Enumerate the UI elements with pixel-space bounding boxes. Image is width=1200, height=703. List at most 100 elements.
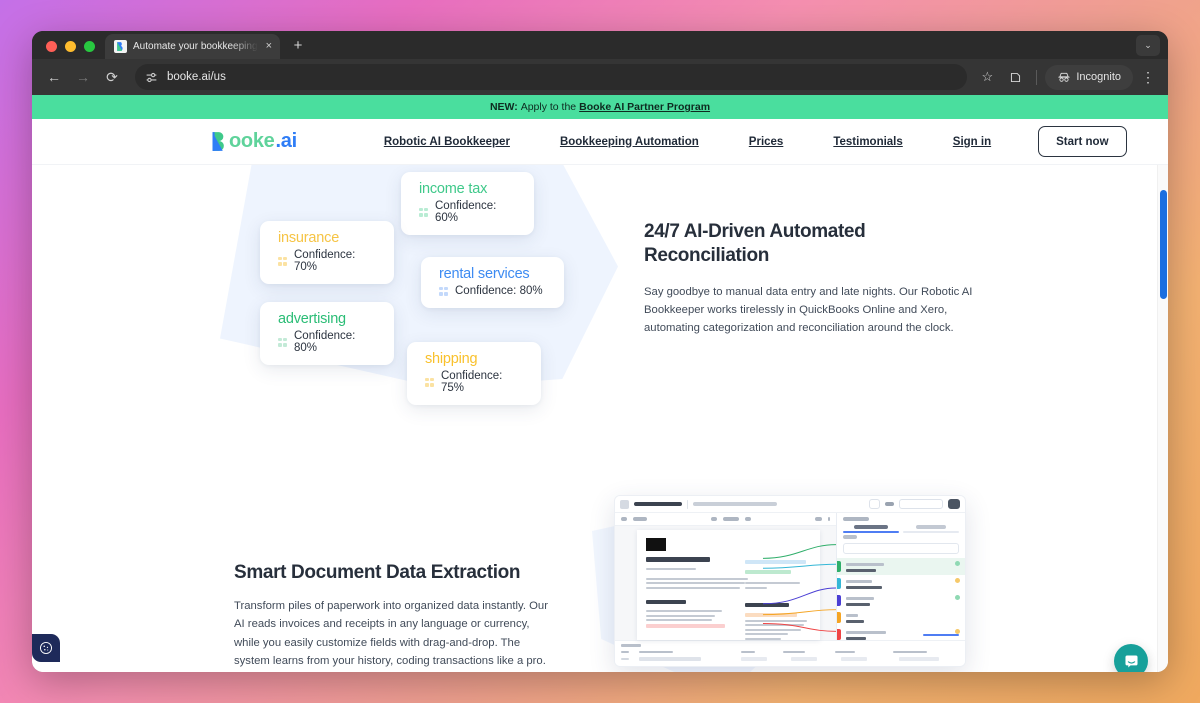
field-due-date[interactable]	[837, 575, 965, 592]
category-card-income-tax: income tax Confidence: 60%	[401, 172, 534, 235]
column-description	[639, 651, 673, 654]
bookmark-star-icon[interactable]: ☆	[974, 64, 1000, 90]
mockup-document-preview	[615, 513, 837, 640]
mockup-filename	[634, 502, 682, 506]
mockup-file-icon	[620, 500, 629, 509]
site-settings-icon[interactable]	[144, 70, 159, 85]
page-viewport: NEW: Apply to the Booke AI Partner Progr…	[32, 95, 1168, 672]
category-card-advertising: advertising Confidence: 80%	[260, 302, 394, 365]
maximize-window-button[interactable]	[84, 41, 95, 52]
chat-launcher-button[interactable]	[1114, 644, 1148, 672]
bank-logo-icon	[646, 538, 666, 551]
category-name: income tax	[419, 181, 516, 197]
feature-heading: 24/7 AI-Driven Automated Reconciliation	[644, 220, 974, 269]
partner-program-link[interactable]: Booke AI Partner Program	[579, 101, 710, 113]
confidence-dots-icon	[439, 287, 448, 296]
more-icon[interactable]	[828, 517, 830, 521]
extracted-fields-list	[837, 558, 965, 643]
mockup-header	[615, 496, 965, 513]
column-qty	[741, 651, 755, 654]
nav-item-robotic-ai-bookkeeper[interactable]: Robotic AI Bookkeeper	[359, 136, 535, 148]
page-scrollbar[interactable]	[1157, 165, 1168, 672]
site-navigation: ooke .ai Robotic AI Bookkeeper Bookkeepi…	[32, 119, 1168, 165]
fullscreen-icon[interactable]	[815, 517, 822, 521]
announcement-prefix: NEW:	[490, 101, 518, 113]
booke-logo-icon	[210, 131, 227, 152]
category-card-rental-services: rental services Confidence: 80%	[421, 257, 564, 308]
mockup-fields-panel	[837, 513, 965, 640]
tab-activities[interactable]	[903, 524, 959, 531]
confidence-dots-icon	[419, 208, 428, 217]
field-document-number[interactable]	[837, 558, 965, 575]
confidence-value: Confidence: 70%	[294, 249, 376, 273]
minimize-window-button[interactable]	[65, 41, 76, 52]
mockup-pager	[885, 502, 894, 506]
field-tax[interactable]	[837, 609, 965, 626]
cookie-icon	[39, 641, 53, 655]
browser-tab[interactable]: Automate your bookkeeping w ×	[105, 34, 280, 59]
mockup-body	[615, 513, 965, 640]
mockup-next-document-button[interactable]	[899, 499, 943, 509]
document-extraction-mockup	[614, 495, 966, 667]
add-line-item-link[interactable]	[923, 634, 959, 637]
browser-window: Automate your bookkeeping w × + ⌄ ← → ⟳ …	[32, 31, 1168, 672]
category-card-shipping: shipping Confidence: 75%	[407, 342, 541, 405]
incognito-indicator[interactable]: Incognito	[1045, 65, 1133, 90]
zoom-out-icon[interactable]	[711, 517, 717, 521]
scrollbar-thumb[interactable]	[1160, 190, 1167, 299]
extensions-icon[interactable]	[1002, 64, 1028, 90]
back-button[interactable]: ←	[41, 64, 67, 90]
site-logo[interactable]: ooke .ai	[210, 130, 297, 153]
items-count-label	[621, 644, 641, 647]
confidence-dots-icon	[425, 378, 434, 387]
nav-item-bookkeeping-automation[interactable]: Bookkeeping Automation	[535, 136, 724, 148]
logo-text-ai: .ai	[275, 130, 296, 153]
mockup-divider	[687, 500, 688, 509]
tab-document[interactable]	[843, 524, 899, 531]
window-controls	[40, 41, 105, 59]
chat-bubble-icon	[1123, 653, 1140, 670]
column-tax-rate	[835, 651, 855, 654]
type-select[interactable]	[843, 543, 959, 554]
address-bar[interactable]: booke.ai/us	[135, 64, 967, 90]
toolbar-divider	[1036, 70, 1037, 85]
close-tab-icon[interactable]: ×	[264, 41, 274, 52]
reload-button[interactable]: ⟳	[99, 64, 125, 90]
mockup-close-button[interactable]	[948, 499, 960, 509]
browser-tab-strip: Automate your bookkeeping w × + ⌄	[32, 31, 1168, 59]
confidence-value: Confidence: 80%	[294, 330, 376, 354]
column-category-item	[893, 651, 927, 654]
mockup-panel-tabs	[843, 524, 959, 531]
confidence-dots-icon	[278, 257, 287, 266]
close-window-button[interactable]	[46, 41, 57, 52]
nav-item-sign-in[interactable]: Sign in	[928, 136, 1016, 148]
tab-title: Automate your bookkeeping w	[133, 41, 258, 52]
cookie-settings-button[interactable]	[32, 634, 60, 662]
mockup-prev-button[interactable]	[869, 499, 880, 509]
category-name: rental services	[439, 266, 546, 282]
nav-item-prices[interactable]: Prices	[724, 136, 809, 148]
mockup-preview-toolbar	[615, 513, 836, 526]
browser-menu-icon[interactable]: ⋮	[1137, 70, 1159, 84]
page-content: income tax Confidence: 60% insurance Con…	[32, 165, 1168, 672]
tab-favicon-icon	[114, 40, 127, 53]
field-subtotal[interactable]	[837, 592, 965, 609]
forward-button[interactable]: →	[70, 64, 96, 90]
start-now-button[interactable]: Start now	[1038, 126, 1126, 157]
confidence-dots-icon	[278, 338, 287, 347]
zoom-in-icon[interactable]	[745, 517, 751, 521]
nav-links: Robotic AI Bookkeeper Bookkeeping Automa…	[359, 136, 1016, 148]
zoom-level	[723, 517, 739, 521]
contact-information-heading	[745, 603, 789, 607]
rotate-icon[interactable]	[621, 517, 627, 521]
incognito-hat-icon	[1057, 72, 1071, 83]
tab-search-icon[interactable]: ⌄	[1136, 35, 1160, 56]
items-table-row[interactable]	[621, 657, 959, 661]
feature-body: Say goodbye to manual data entry and lat…	[644, 283, 974, 338]
announcement-bar[interactable]: NEW: Apply to the Booke AI Partner Progr…	[32, 95, 1168, 119]
new-tab-button[interactable]: +	[287, 35, 309, 57]
account-summary-heading	[646, 600, 686, 604]
nav-item-testimonials[interactable]: Testimonials	[808, 136, 927, 148]
document-page	[637, 530, 820, 640]
incognito-label: Incognito	[1076, 71, 1121, 83]
